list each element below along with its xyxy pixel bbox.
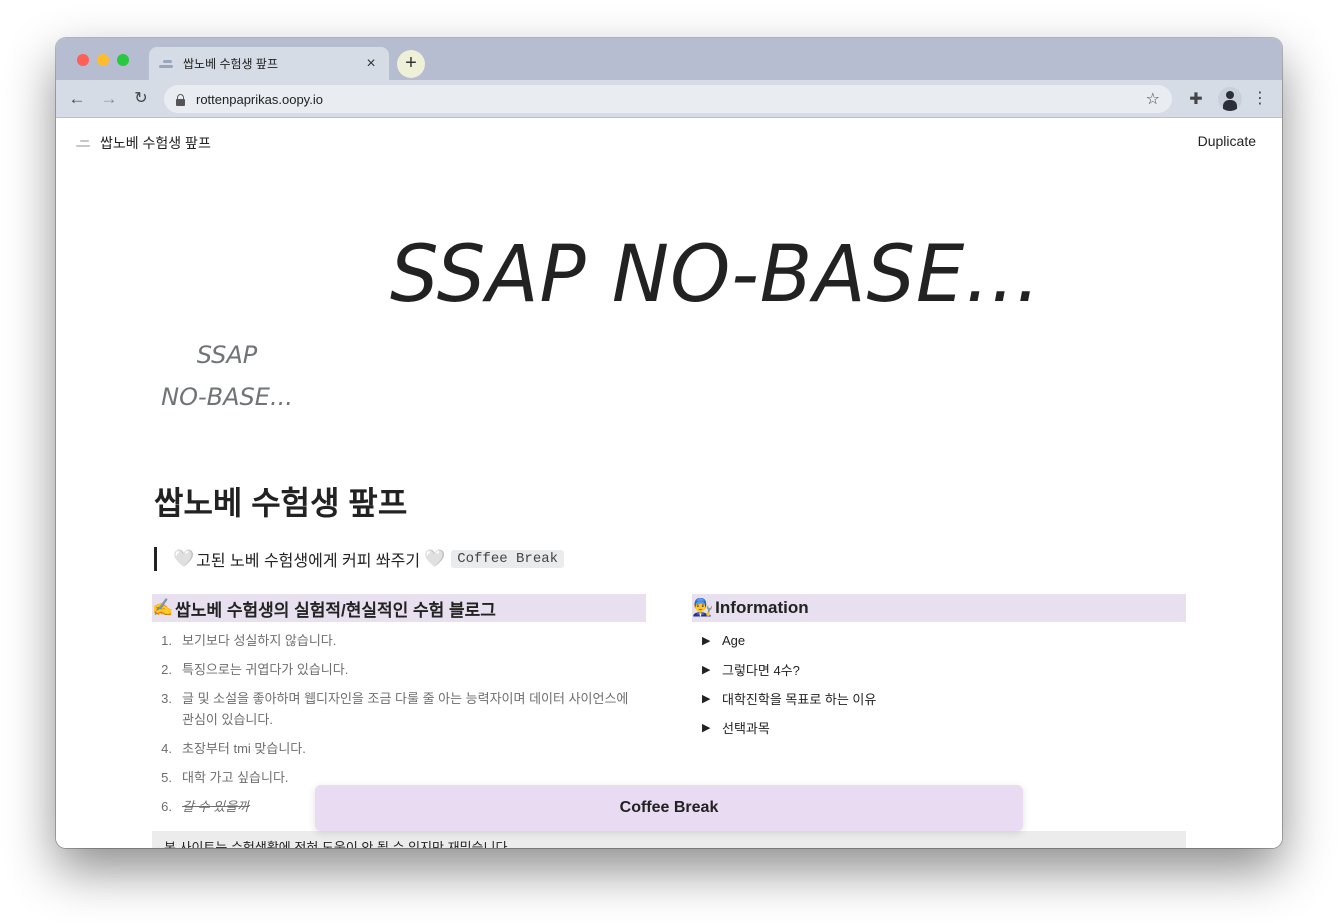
- close-tab-icon[interactable]: ×: [363, 55, 379, 72]
- browser-toolbar: ← → ↻ rottenpaprikas.oopy.io ☆ ✚ ⋮: [56, 80, 1282, 118]
- quote-text: 고된 노베 수험생에게 커피 쏴주기: [196, 553, 421, 570]
- toggle-arrow-icon[interactable]: ▶: [692, 634, 722, 647]
- close-window-button[interactable]: [77, 54, 89, 66]
- page-content: 쌉노베 수험생 팦프 Duplicate SSAP NO-BASE... SSA…: [56, 118, 1282, 848]
- page-title: 쌉노베 수험생 팦프: [154, 485, 408, 521]
- site-title-link[interactable]: 쌉노베 수험생 팦프: [100, 133, 211, 153]
- profile-avatar[interactable]: [1218, 87, 1242, 111]
- browser-window: 쌉노베 수험생 팦프 × + ← → ↻ rottenpaprikas.oopy…: [56, 38, 1282, 848]
- toggle-reason[interactable]: ▶ 대학진학을 목표로 하는 이유: [692, 684, 1186, 713]
- blog-intro-header: ✍️ 쌉노베 수험생의 실험적/현실적인 수험 블로그: [152, 594, 646, 622]
- bookmark-star-icon[interactable]: ☆: [1146, 89, 1160, 109]
- back-arrow-icon[interactable]: ←: [66, 88, 88, 110]
- site-logo-icon[interactable]: [76, 139, 90, 149]
- list-item: 2. 특징으로는 귀엽다가 있습니다.: [161, 662, 349, 677]
- site-favicon-icon: [159, 58, 173, 70]
- quote-block: 🤍 고된 노베 수험생에게 커피 쏴주기 🤍 Coffee Break: [154, 547, 565, 571]
- url-text[interactable]: rottenpaprikas.oopy.io: [196, 92, 1146, 107]
- browser-menu-icon[interactable]: ⋮: [1252, 88, 1268, 110]
- list-item: 4. 초장부터 tmi 맞습니다.: [161, 741, 306, 756]
- toggle-arrow-icon[interactable]: ▶: [692, 692, 722, 705]
- new-tab-button[interactable]: +: [397, 50, 425, 78]
- reload-icon[interactable]: ↻: [130, 88, 152, 110]
- tab-title: 쌉노베 수험생 팦프: [183, 57, 278, 71]
- minimize-window-button[interactable]: [97, 54, 109, 66]
- inline-code-coffee-break: Coffee Break: [451, 550, 565, 568]
- tab-strip: 쌉노베 수험생 팦프 × +: [56, 38, 1282, 80]
- writing-hand-icon: ✍️: [152, 598, 174, 617]
- blog-intro-header-text: 쌉노베 수험생의 실험적/현실적인 수험 블로그: [175, 600, 496, 620]
- information-column: 👨‍🔧 Information ▶ Age ▶ 그렇다면 4수? ▶ 대학진학을 목표…: [692, 594, 1186, 742]
- page-icon-text: SSAP NO-BASE...: [156, 334, 298, 418]
- page-icon-line-1: SSAP: [196, 341, 258, 369]
- white-heart-icon: 🤍: [173, 549, 195, 568]
- toggle-subjects[interactable]: ▶ 선택과목: [692, 713, 1186, 742]
- callout-note: - 본 사이트는 수험생활에 전혀 도움이 안 될 수 있지만 재밌습니다.: [152, 831, 1186, 848]
- maximize-window-button[interactable]: [117, 54, 129, 66]
- list-item: 3. 글 및 소설을 좋아하며 웹디자인을 조금 다룰 줄 아는 능력자이며 데이…: [161, 691, 629, 727]
- toggle-age[interactable]: ▶ Age: [692, 626, 1186, 655]
- white-heart-icon: 🤍: [424, 549, 446, 568]
- toggle-arrow-icon[interactable]: ▶: [692, 721, 722, 734]
- forward-arrow-icon[interactable]: →: [98, 88, 120, 110]
- information-toggle-list: ▶ Age ▶ 그렇다면 4수? ▶ 대학진학을 목표로 하는 이유 ▶ 선택과목: [692, 626, 1186, 742]
- page-icon-line-2: NO-BASE...: [161, 383, 293, 411]
- browser-tab[interactable]: 쌉노베 수험생 팦프 ×: [149, 47, 389, 80]
- address-bar[interactable]: rottenpaprikas.oopy.io ☆: [164, 85, 1172, 113]
- mechanic-person-icon: 👨‍🔧: [692, 598, 714, 617]
- extensions-puzzle-icon[interactable]: ✚: [1186, 89, 1206, 109]
- coffee-break-button[interactable]: Coffee Break: [315, 785, 1023, 831]
- duplicate-button[interactable]: Duplicate: [1198, 133, 1256, 149]
- list-item: 1. 보기보다 성실하지 않습니다.: [161, 633, 337, 648]
- information-header-text: Information: [715, 598, 809, 617]
- cover-banner-text: SSAP NO-BASE...: [390, 230, 1042, 320]
- lock-icon[interactable]: [176, 93, 185, 106]
- toggle-arrow-icon[interactable]: ▶: [692, 663, 722, 676]
- information-header: 👨‍🔧 Information: [692, 594, 1186, 622]
- toggle-4th-attempt[interactable]: ▶ 그렇다면 4수?: [692, 655, 1186, 684]
